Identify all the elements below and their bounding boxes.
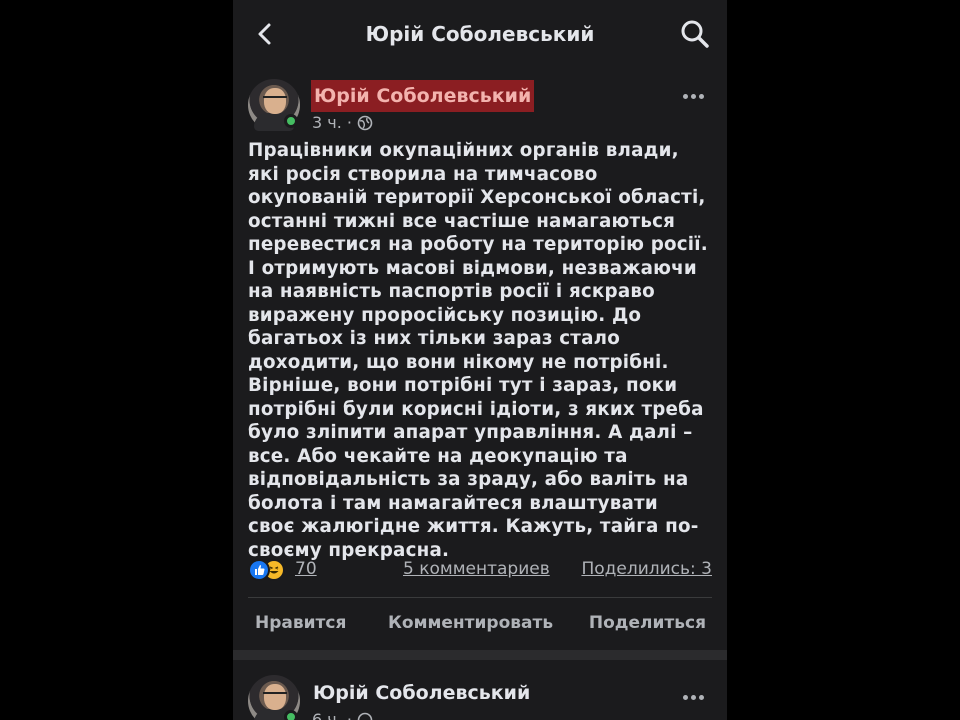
online-status-dot [284, 710, 298, 720]
more-dot-icon [683, 695, 688, 700]
phone-screen: Юрій Соболевський Юрій Соболевський 3 ч.… [233, 0, 727, 720]
more-options-button[interactable] [683, 685, 709, 700]
feed-separator [233, 650, 727, 660]
shares-count-link[interactable]: Поделились: 3 [581, 559, 712, 579]
comments-count-link[interactable]: 5 комментариев [403, 559, 550, 579]
post-time[interactable]: 6 ч. [312, 710, 342, 720]
post-meta: 3 ч. · [312, 113, 373, 132]
post-stats: 70 5 комментариев Поделились: 3 [248, 557, 712, 585]
post-meta: 6 ч. · [312, 710, 373, 720]
post: Юрій Соболевський 3 ч. · Працівники окуп… [233, 70, 727, 650]
post-text: Працівники окупаційних органів влади, як… [248, 140, 708, 561]
search-button[interactable] [679, 18, 711, 50]
top-bar: Юрій Соболевський [233, 0, 727, 70]
online-status-dot [284, 114, 298, 128]
post-actions: Нравится Комментировать Поделиться [248, 600, 712, 644]
reaction-count[interactable]: 70 [295, 559, 317, 579]
meta-separator: · [346, 113, 352, 132]
share-button[interactable]: Поделиться [589, 613, 706, 633]
post-author[interactable]: Юрій Соболевський [311, 80, 535, 112]
meta-separator: · [346, 710, 352, 720]
page-title: Юрій Соболевський [365, 22, 595, 46]
like-reaction-icon [248, 559, 270, 581]
more-dot-icon [699, 695, 704, 700]
next-post: Юрій Соболевський 6 ч. · [233, 660, 727, 720]
post-time[interactable]: 3 ч. [312, 113, 342, 132]
divider [248, 597, 712, 598]
comment-button[interactable]: Комментировать [388, 613, 553, 633]
post-author[interactable]: Юрій Соболевський [313, 682, 530, 704]
search-icon [681, 20, 709, 48]
more-dot-icon [683, 94, 688, 99]
more-dot-icon [691, 94, 696, 99]
avatar-glasses [263, 96, 287, 103]
globe-icon [357, 115, 373, 130]
more-options-button[interactable] [683, 84, 709, 99]
like-button[interactable]: Нравится [255, 613, 346, 633]
globe-icon [357, 712, 373, 720]
more-dot-icon [691, 695, 696, 700]
avatar-glasses [263, 692, 287, 699]
more-dot-icon [699, 94, 704, 99]
